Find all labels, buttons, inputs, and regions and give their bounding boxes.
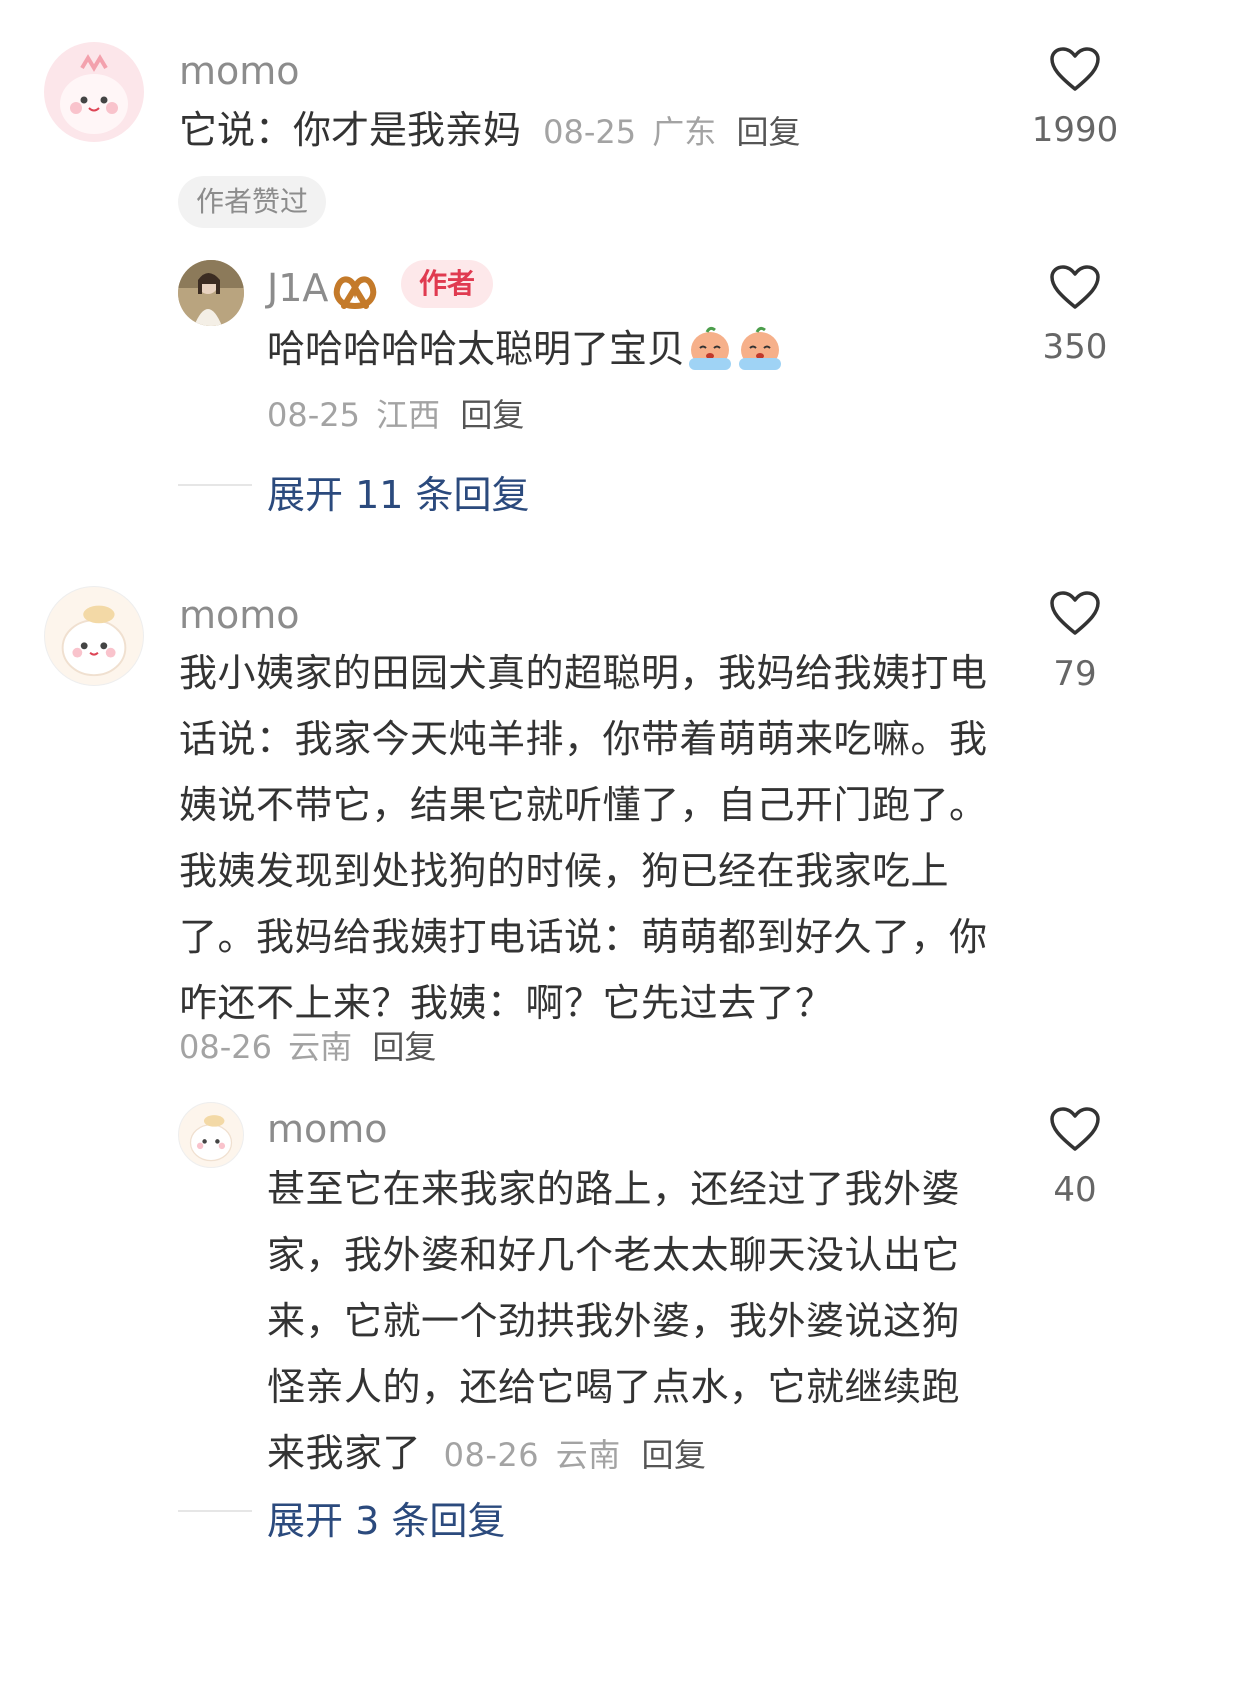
comment-username[interactable]: momo <box>179 52 300 90</box>
comment-date: 08-25 <box>543 113 637 151</box>
divider <box>178 1510 252 1512</box>
expand-replies-button[interactable]: 展开 3 条回复 <box>267 1490 505 1545</box>
heart-outline-icon <box>1050 591 1100 635</box>
reply-username[interactable]: J1A <box>267 266 380 310</box>
comment-location: 云南 <box>288 1028 353 1066</box>
author-liked-badge: 作者赞过 <box>178 176 327 228</box>
like-count: 40 <box>1053 1170 1097 1210</box>
avatar[interactable] <box>44 42 144 142</box>
like-button[interactable] <box>1015 1106 1135 1156</box>
cute-avatar-icon <box>60 54 128 134</box>
reply-text: 哈哈哈哈哈太聪明了宝贝 <box>267 316 785 382</box>
author-badge: 作者 <box>401 260 494 308</box>
reply-button[interactable]: 回复 <box>641 1436 706 1474</box>
cute-avatar-icon <box>61 605 127 677</box>
comment-location: 广东 <box>652 113 717 151</box>
reply-location: 云南 <box>555 1436 621 1474</box>
comment-body: 我小姨家的田园犬真的超聪明，我妈给我姨打电话说：我家今天炖羊排，你带着萌萌来吃嘛… <box>179 651 988 1025</box>
comment-meta: 08-26 云南 回复 <box>179 1022 436 1068</box>
reply-text: 甚至它在来我家的路上，还经过了我外婆家，我外婆和好几个老太太聊天没认出它来，它就… <box>267 1156 967 1488</box>
reply-body: 哈哈哈哈哈太聪明了宝贝 <box>267 327 686 371</box>
heart-outline-icon <box>1050 265 1100 309</box>
reply-date: 08-26 <box>443 1436 540 1474</box>
comment-text: 它说：你才是我亲妈 08-25 广东 回复 <box>179 97 800 165</box>
like-button[interactable] <box>1015 264 1135 314</box>
reply-button[interactable]: 回复 <box>372 1028 436 1066</box>
reply-button[interactable]: 回复 <box>736 113 800 151</box>
reply-meta: 08-25 江西 回复 <box>267 390 524 436</box>
avatar[interactable] <box>178 1102 244 1168</box>
crying-emoji <box>739 326 782 370</box>
like-count: 79 <box>1053 654 1097 694</box>
reply-location: 江西 <box>376 396 441 434</box>
expand-replies-button[interactable]: 展开 11 条回复 <box>267 464 530 519</box>
heart-outline-icon <box>1050 1107 1100 1151</box>
pretzel-emoji <box>334 276 377 310</box>
avatar[interactable] <box>44 586 144 686</box>
crying-emoji <box>689 326 732 370</box>
comment-body: 它说：你才是我亲妈 <box>179 108 522 152</box>
like-count: 350 <box>1042 327 1108 367</box>
heart-outline-icon <box>1050 47 1100 91</box>
cute-avatar-icon <box>189 1115 233 1162</box>
comment-username[interactable]: momo <box>179 596 300 634</box>
like-count: 1990 <box>1031 110 1119 150</box>
comment-date: 08-26 <box>179 1028 272 1066</box>
reply-username[interactable]: momo <box>267 1110 388 1148</box>
like-button[interactable] <box>1015 46 1135 96</box>
divider <box>178 484 252 486</box>
reply-button[interactable]: 回复 <box>460 396 524 434</box>
like-button[interactable] <box>1015 590 1135 640</box>
reply-date: 08-25 <box>267 396 360 434</box>
avatar[interactable] <box>178 260 244 326</box>
reply-body: 甚至它在来我家的路上，还经过了我外婆家，我外婆和好几个老太太聊天没认出它来，它就… <box>267 1167 961 1475</box>
photo-avatar-icon <box>178 260 244 326</box>
reply-username-text: J1A <box>267 266 329 310</box>
